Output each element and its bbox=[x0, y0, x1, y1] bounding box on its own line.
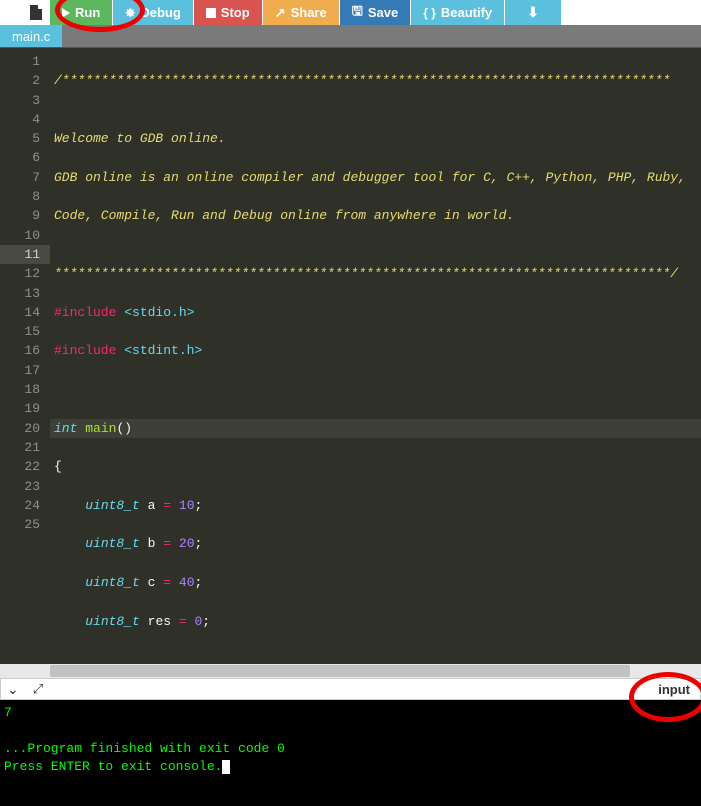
scrollbar-thumb[interactable] bbox=[50, 665, 630, 677]
download-button[interactable]: ⬇ bbox=[505, 0, 561, 25]
save-icon: 🖫 bbox=[352, 2, 363, 24]
toolbar: Run ✸ Debug Stop ↗ Share 🖫 Save { } Beau… bbox=[0, 0, 701, 25]
play-icon bbox=[62, 8, 70, 18]
terminal-line: 7 bbox=[4, 705, 12, 720]
code-area[interactable]: /***************************************… bbox=[50, 48, 701, 664]
expand-icon[interactable]: ⤢ bbox=[33, 681, 43, 698]
save-button[interactable]: 🖫 Save bbox=[340, 0, 410, 25]
run-label: Run bbox=[75, 5, 100, 20]
terminal-line: Press ENTER to exit console. bbox=[4, 759, 222, 774]
cursor-icon bbox=[222, 760, 230, 774]
terminal[interactable]: 7 ...Program finished with exit code 0 P… bbox=[0, 700, 701, 806]
terminal-line: ...Program finished with exit code 0 bbox=[4, 741, 285, 756]
save-label: Save bbox=[368, 5, 398, 20]
tab-label: main.c bbox=[12, 29, 50, 44]
bug-icon: ✸ bbox=[125, 6, 135, 20]
braces-icon: { } bbox=[423, 6, 436, 20]
share-icon: ↗ bbox=[275, 5, 286, 21]
beautify-label: Beautify bbox=[441, 5, 492, 20]
tab-bar: main.c bbox=[0, 25, 701, 47]
share-button[interactable]: ↗ Share bbox=[263, 0, 339, 25]
share-label: Share bbox=[291, 5, 327, 20]
gutter: 1 2 3 4 5 6 7 8 9 10 11 12 13 14 15 16 1… bbox=[0, 48, 50, 664]
chevron-down-icon[interactable]: ⌄ bbox=[7, 681, 19, 698]
run-button[interactable]: Run bbox=[50, 0, 112, 25]
console-toolbar: ⌄ ⤢ input bbox=[0, 678, 701, 700]
stop-button[interactable]: Stop bbox=[194, 0, 262, 25]
file-icon bbox=[30, 5, 42, 20]
download-icon: ⬇ bbox=[527, 4, 539, 21]
horizontal-scrollbar[interactable] bbox=[0, 664, 701, 678]
stop-icon bbox=[206, 8, 216, 18]
editor[interactable]: 1 2 3 4 5 6 7 8 9 10 11 12 13 14 15 16 1… bbox=[0, 47, 701, 664]
input-tab[interactable]: input bbox=[658, 682, 694, 697]
beautify-button[interactable]: { } Beautify bbox=[411, 0, 504, 25]
debug-label: Debug bbox=[140, 5, 180, 20]
tab-main-c[interactable]: main.c bbox=[0, 25, 62, 47]
stop-label: Stop bbox=[221, 5, 250, 20]
debug-button[interactable]: ✸ Debug bbox=[113, 0, 193, 25]
new-file-area[interactable] bbox=[0, 0, 50, 25]
